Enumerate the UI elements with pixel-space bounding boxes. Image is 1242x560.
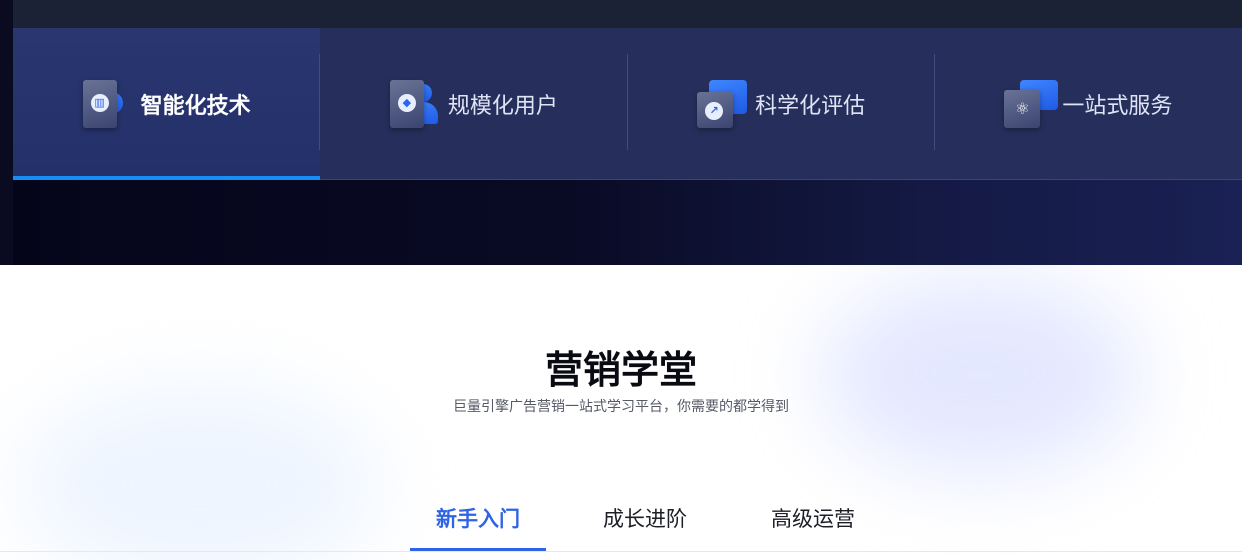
tabs-divider <box>0 551 1242 552</box>
section-title: 营销学堂 <box>544 348 697 392</box>
feature-tab-label: 规模化用户 <box>447 94 558 119</box>
marketing-school-section: 营销学堂 巨量引擎广告营销一站式学习平台，你需要的都学得到 新手入门 成长进阶 … <box>0 265 1242 560</box>
feature-banner: ▥ 智能化技术 ◆ 规模化用户 ↗ 科学化评估 ⚛ 一站式服务 <box>0 0 1242 265</box>
feature-tab-smart-tech[interactable]: ▥ 智能化技术 <box>13 28 321 180</box>
feature-tab-scale-users[interactable]: ◆ 规模化用户 <box>320 28 628 180</box>
cube-user-icon: ◆ <box>389 78 442 130</box>
course-level-tabs: 新手入门 成长进阶 高级运营 <box>0 497 1242 551</box>
left-edge <box>0 0 13 265</box>
tab-growth[interactable]: 成长进阶 <box>577 497 713 551</box>
atom-service-icon: ⚛ <box>1004 78 1059 130</box>
tab-beginner[interactable]: 新手入门 <box>410 497 546 551</box>
feature-tab-label: 科学化评估 <box>755 94 866 119</box>
feature-tab-one-stop[interactable]: ⚛ 一站式服务 <box>935 28 1242 180</box>
feature-tab-science-eval[interactable]: ↗ 科学化评估 <box>628 28 935 180</box>
top-strip <box>0 0 1242 28</box>
feature-tab-label: 一站式服务 <box>1062 94 1173 119</box>
tab-advanced[interactable]: 高级运营 <box>745 497 881 551</box>
section-subtitle: 巨量引擎广告营销一站式学习平台，你需要的都学得到 <box>453 399 789 415</box>
chart-bar-icon: ▥ <box>82 78 135 130</box>
page-root: ▥ 智能化技术 ◆ 规模化用户 ↗ 科学化评估 ⚛ 一站式服务 营销学堂 巨量引… <box>0 0 1242 560</box>
feature-tab-label: 智能化技术 <box>140 94 251 119</box>
feature-tab-bar: ▥ 智能化技术 ◆ 规模化用户 ↗ 科学化评估 ⚛ 一站式服务 <box>13 28 1242 180</box>
trend-chart-icon: ↗ <box>697 78 749 130</box>
